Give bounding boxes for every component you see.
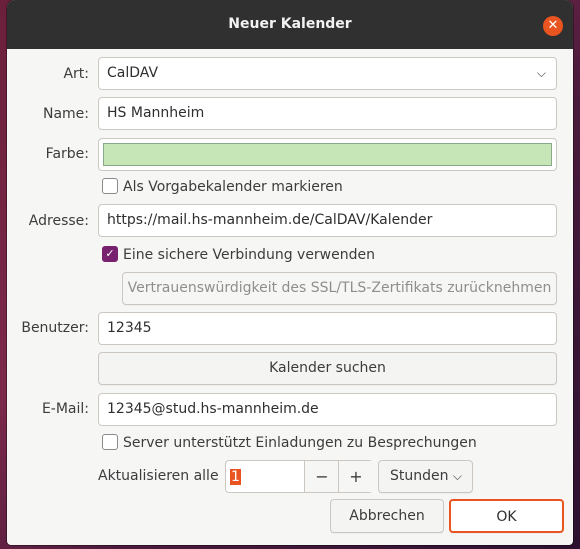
secure-connection-checkbox[interactable]: ✓ Eine sichere Verbindung verwenden bbox=[102, 246, 375, 264]
refresh-spinner[interactable]: 1 − + bbox=[225, 460, 373, 493]
invitations-checkbox[interactable]: Server unterstützt Einladungen zu Bespre… bbox=[102, 434, 477, 452]
name-input[interactable]: HS Mannheim bbox=[98, 97, 557, 130]
increment-button[interactable]: + bbox=[338, 461, 373, 492]
checkmark-icon[interactable]: ✓ bbox=[102, 246, 118, 262]
email-input[interactable]: 12345@stud.hs-mannheim.de bbox=[98, 393, 557, 426]
user-label: Benutzer: bbox=[21, 320, 89, 336]
default-calendar-label: Als Vorgabekalender markieren bbox=[123, 179, 343, 195]
address-label: Adresse: bbox=[28, 213, 89, 229]
color-picker-button[interactable] bbox=[98, 138, 557, 171]
secure-connection-label: Eine sichere Verbindung verwenden bbox=[123, 247, 375, 263]
refresh-label: Aktualisieren alle bbox=[98, 468, 219, 484]
color-swatch bbox=[103, 143, 552, 166]
address-input[interactable]: https://mail.hs-mannheim.de/CalDAV/Kalen… bbox=[98, 204, 557, 237]
cancel-button[interactable]: Abbrechen bbox=[330, 499, 444, 533]
refresh-value[interactable]: 1 bbox=[230, 468, 241, 486]
close-icon[interactable]: ✕ bbox=[543, 16, 563, 36]
invitations-label: Server unterstützt Einladungen zu Bespre… bbox=[123, 435, 477, 451]
default-calendar-checkbox[interactable]: Als Vorgabekalender markieren bbox=[102, 178, 343, 196]
name-label: Name: bbox=[42, 106, 89, 122]
refresh-unit-select[interactable]: Stunden ⌵ bbox=[378, 460, 473, 493]
user-input[interactable]: 12345 bbox=[98, 312, 557, 345]
refresh-unit-value: Stunden bbox=[390, 468, 449, 484]
titlebar: Neuer Kalender ✕ bbox=[7, 0, 573, 49]
color-label: Farbe: bbox=[45, 146, 89, 162]
email-label: E-Mail: bbox=[41, 401, 89, 417]
art-label: Art: bbox=[63, 66, 89, 82]
default-calendar-check-box[interactable] bbox=[102, 178, 118, 194]
chevron-down-icon: ⌵ bbox=[536, 66, 546, 80]
dialog-window: Neuer Kalender ✕ Art: CalDAV ⌵ Name: HS … bbox=[7, 0, 573, 545]
art-select[interactable]: CalDAV ⌵ bbox=[98, 57, 557, 90]
chevron-down-icon: ⌵ bbox=[452, 469, 462, 483]
refresh-value-text: 1 bbox=[230, 469, 241, 485]
revoke-ssl-trust-button[interactable]: Vertrauenswürdigkeit des SSL/TLS-Zertifi… bbox=[122, 272, 557, 305]
find-calendar-button[interactable]: Kalender suchen bbox=[98, 352, 557, 385]
dialog-title: Neuer Kalender bbox=[228, 16, 352, 32]
ok-button[interactable]: OK bbox=[449, 499, 564, 533]
invitations-check-box[interactable] bbox=[102, 434, 118, 450]
art-select-value: CalDAV bbox=[107, 65, 159, 81]
decrement-button[interactable]: − bbox=[304, 461, 339, 492]
